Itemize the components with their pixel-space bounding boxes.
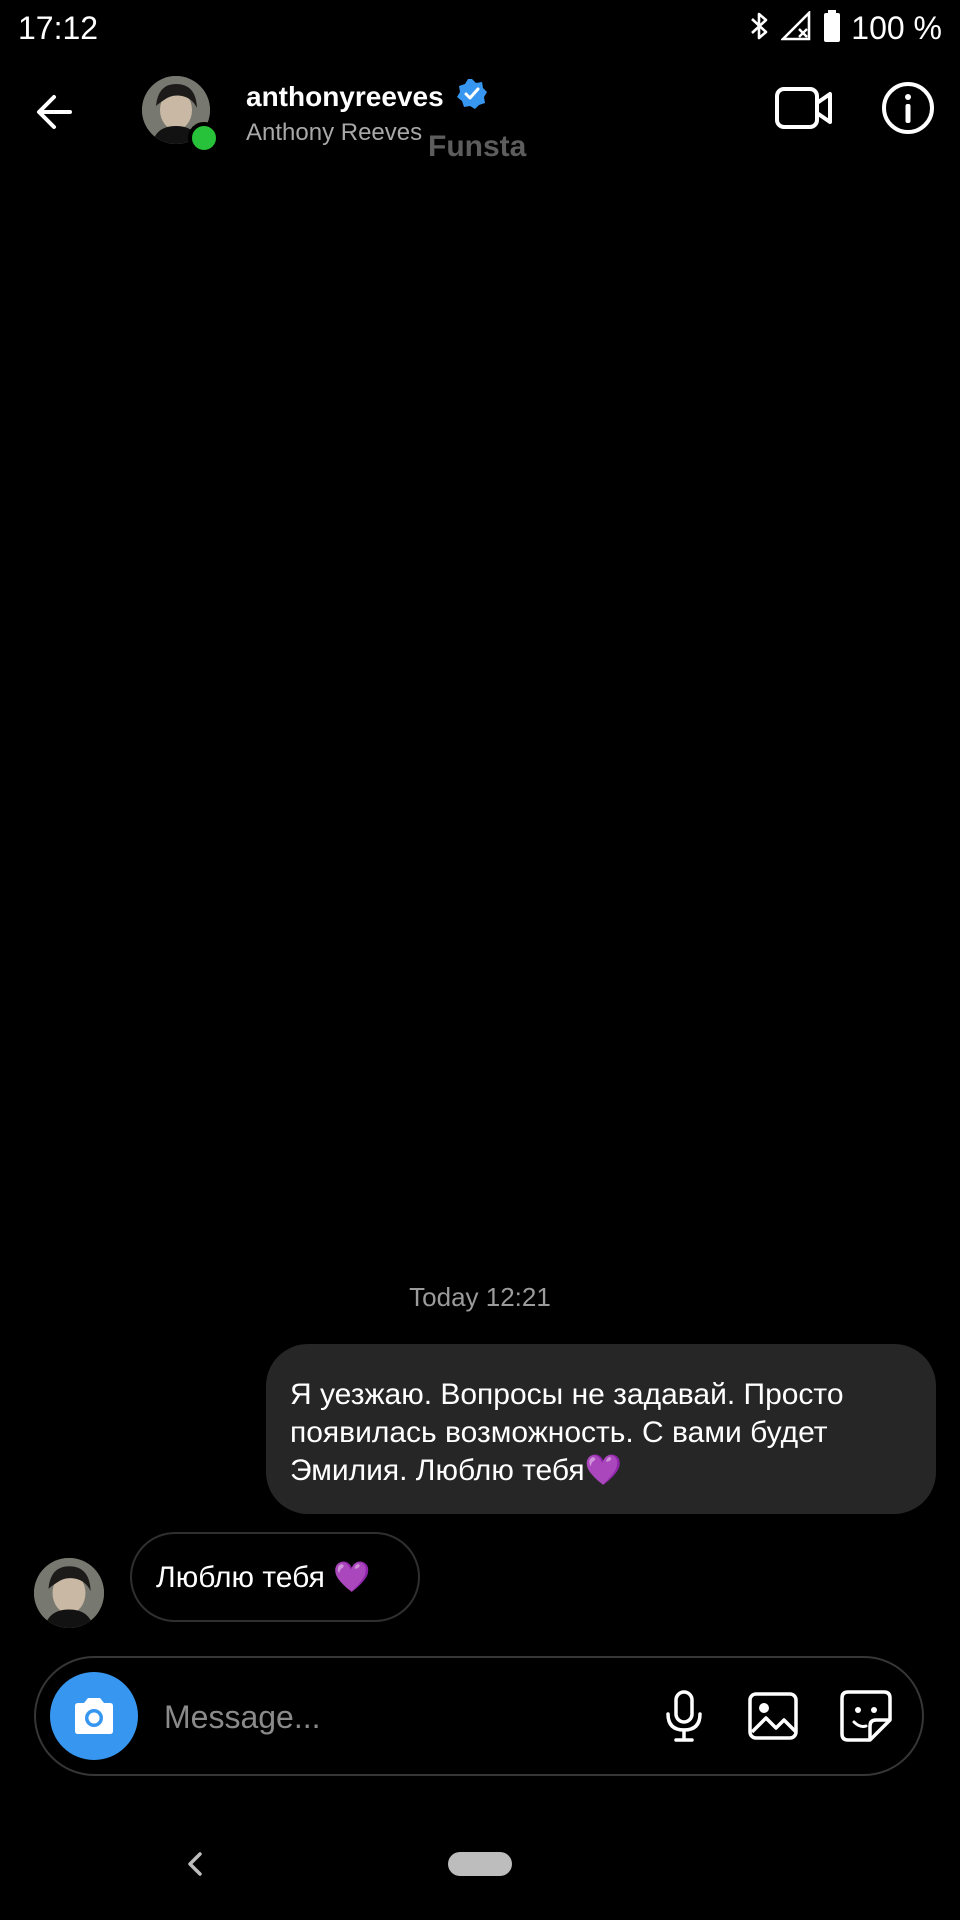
gallery-icon <box>748 1692 798 1740</box>
verified-badge-icon <box>456 78 488 115</box>
bluetooth-icon <box>749 11 771 46</box>
chevron-left-icon <box>188 1852 202 1876</box>
battery-icon <box>823 9 841 47</box>
video-call-icon <box>775 87 832 129</box>
status-bar: 17:12 100 % <box>0 0 960 56</box>
gallery-button[interactable] <box>746 1688 802 1744</box>
system-navigation-bar <box>0 1830 960 1900</box>
microphone-icon <box>666 1690 702 1742</box>
back-button[interactable] <box>30 86 82 138</box>
message-composer <box>34 1656 924 1776</box>
info-button[interactable] <box>880 80 936 136</box>
overlay-label: Funsta <box>428 130 527 163</box>
username-row[interactable]: anthonyreeves <box>246 78 488 115</box>
info-icon <box>882 82 934 134</box>
online-status-indicator <box>188 122 220 154</box>
contact-username: anthonyreeves <box>246 80 444 112</box>
status-icons: 100 % <box>749 8 942 48</box>
status-time: 17:12 <box>18 10 99 46</box>
home-pill[interactable] <box>448 1852 512 1876</box>
contact-full-name: Anthony Reeves <box>246 119 423 146</box>
contact-avatar[interactable] <box>142 76 220 154</box>
sender-avatar[interactable] <box>34 1558 104 1628</box>
video-call-button[interactable] <box>774 80 834 136</box>
signal-icon <box>780 9 813 46</box>
system-back-button[interactable] <box>180 1844 210 1884</box>
sticker-icon <box>840 1690 892 1742</box>
outgoing-message[interactable]: Я уезжаю. Вопросы не задавай. Просто поя… <box>266 1344 936 1514</box>
camera-icon <box>75 1698 113 1734</box>
message-input[interactable] <box>162 1688 646 1746</box>
camera-button[interactable] <box>50 1672 138 1760</box>
voice-message-button[interactable] <box>656 1688 712 1744</box>
battery-percentage: 100 % <box>851 9 942 46</box>
message-timestamp: Today 12:21 <box>409 1282 551 1312</box>
chat-header: anthonyreeves Anthony Reeves Funsta <box>0 56 960 166</box>
incoming-message[interactable]: Люблю тебя 💜 <box>130 1532 420 1622</box>
sticker-button[interactable] <box>836 1686 896 1746</box>
back-arrow-icon <box>37 95 72 129</box>
